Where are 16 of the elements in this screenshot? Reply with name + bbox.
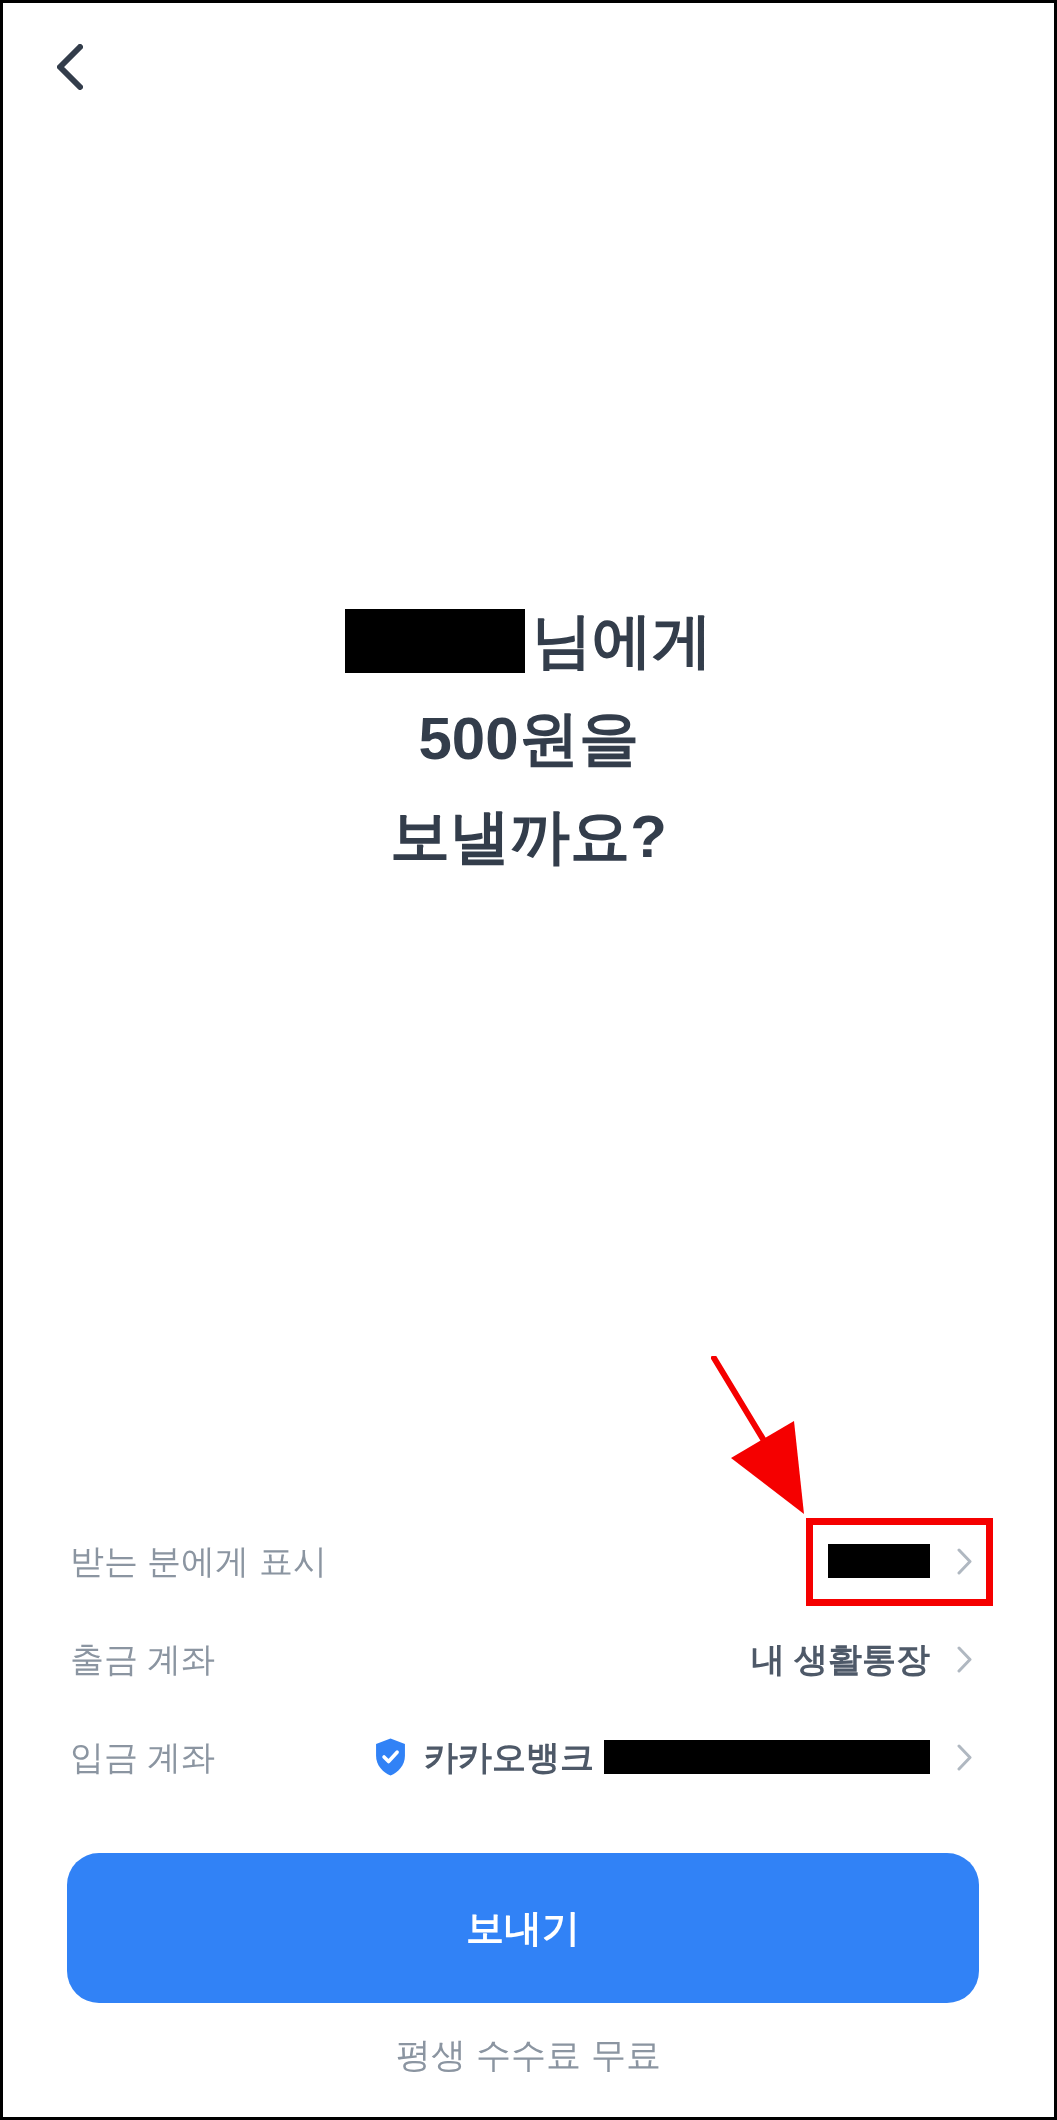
detail-value-button[interactable]: 카카오뱅크 xyxy=(373,1733,972,1781)
detail-label: 받는 분에게 표시 xyxy=(70,1541,327,1582)
detail-label: 출금 계좌 xyxy=(70,1639,216,1680)
chevron-right-icon xyxy=(957,1743,972,1771)
detail-label: 입금 계좌 xyxy=(70,1737,216,1778)
heading-line: 500원을 xyxy=(418,704,639,774)
detail-value-button[interactable] xyxy=(828,1544,972,1578)
heading-line: 님에게 xyxy=(532,606,712,676)
chevron-right-icon xyxy=(957,1645,972,1673)
footnote-text: 평생 수수료 무료 xyxy=(396,2035,661,2074)
chevron-right-icon xyxy=(957,1547,972,1575)
back-button[interactable] xyxy=(54,41,86,93)
send-button[interactable]: 보내기 xyxy=(67,1853,979,2003)
detail-value-button[interactable]: 내 생활통장 xyxy=(750,1635,972,1683)
back-icon xyxy=(57,44,83,90)
heading-line: 보낼까요? xyxy=(390,802,667,872)
